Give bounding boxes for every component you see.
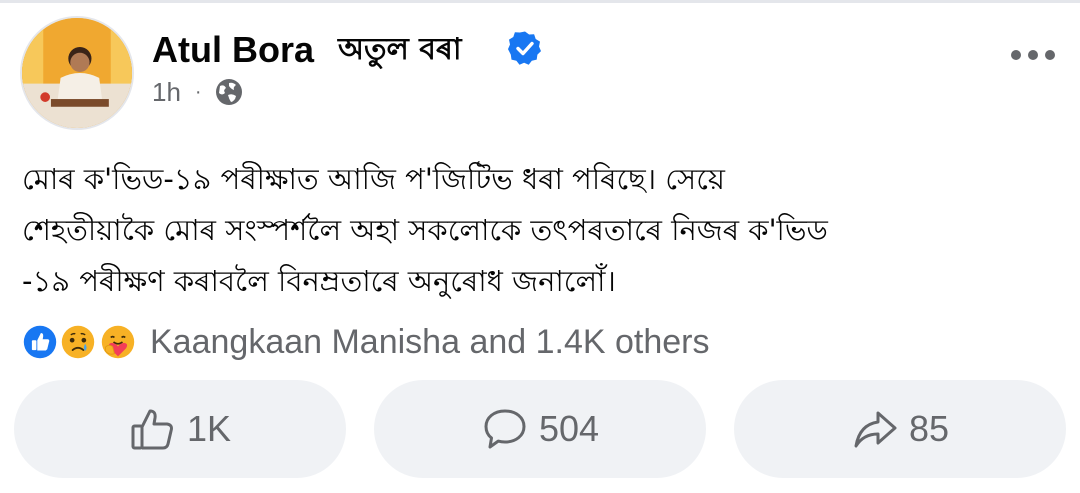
post-text-line: শেহতীয়াকৈ মোৰ সংস্পৰ্শলৈ অহা সকলোকে তৎপ…	[22, 213, 828, 247]
post-text-line: -১৯ পৰীক্ষণ কৰাবলৈ বিনম্ৰতাৰে অনুৰোধ জনা…	[22, 264, 616, 298]
author-name-assamese[interactable]: অতুল বৰা	[338, 30, 462, 70]
verified-badge-icon	[508, 31, 541, 65]
comment-button[interactable]: 504	[374, 380, 706, 478]
post-text-line: মোৰ ক'ভিড-১৯ পৰীক্ষাত আজি প'জিটিভ ধৰা পৰ…	[22, 162, 725, 196]
like-button[interactable]: 1K	[14, 380, 346, 478]
like-icon	[20, 322, 60, 362]
reactions-summary[interactable]: Kaangkaan Manisha and 1.4K others	[20, 322, 710, 362]
post-timestamp[interactable]: 1h	[152, 77, 181, 108]
comment-icon	[484, 409, 526, 449]
action-bar: 1K 504 85	[14, 380, 1066, 480]
more-options-icon[interactable]	[1008, 45, 1058, 65]
care-icon	[98, 322, 138, 362]
top-divider	[0, 0, 1080, 3]
thumbs-up-icon	[131, 409, 173, 450]
globe-icon[interactable]	[214, 77, 244, 107]
avatar[interactable]	[20, 16, 134, 130]
sad-icon	[58, 322, 98, 362]
meta-separator: ·	[194, 80, 202, 103]
avatar-image	[22, 18, 132, 128]
share-button[interactable]: 85	[734, 380, 1066, 478]
share-icon	[854, 411, 897, 448]
post-text: মোৰ ক'ভিড-১৯ পৰীক্ষাত আজি প'জিটিভ ধৰা পৰ…	[22, 154, 1062, 307]
comment-count: 504	[538, 408, 600, 449]
author-name[interactable]: Atul Bora	[152, 28, 314, 72]
reactions-text[interactable]: Kaangkaan Manisha and 1.4K others	[150, 323, 710, 362]
reaction-icons	[20, 322, 144, 362]
post-meta: 1h ·	[152, 74, 244, 110]
like-count: 1K	[186, 408, 232, 449]
share-count: 85	[908, 408, 950, 449]
